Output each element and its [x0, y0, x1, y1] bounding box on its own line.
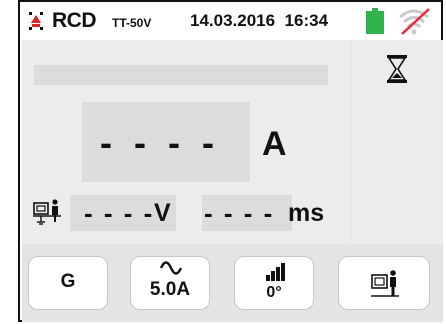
date-label: 14.03.2016 — [190, 11, 276, 30]
trip-time-value: - - - - — [204, 198, 275, 228]
rated-current-button[interactable]: 5.0A — [130, 256, 210, 310]
datetime: 14.03.2016 16:34 — [190, 11, 328, 31]
status-bar: RCD TT-50V 14.03.2016 16:34 — [20, 2, 441, 40]
instrument-screen: RCD TT-50V 14.03.2016 16:34 - - - - A - … — [18, 0, 443, 322]
phase-button[interactable]: 0° — [234, 256, 314, 310]
time-label: 16:34 — [284, 11, 329, 30]
progress-bar — [34, 65, 328, 85]
touch-contact-icon — [33, 199, 61, 225]
battery-full-icon — [366, 8, 384, 34]
touch-voltage-button[interactable] — [338, 256, 430, 310]
wireless-disabled-icon — [399, 8, 430, 35]
trip-time-unit: ms — [288, 199, 325, 227]
rcd-mode-icon — [29, 12, 43, 30]
touch-contact-icon — [371, 270, 399, 297]
fault-current-value: - - - - — [100, 122, 220, 163]
rcd-type-label: G — [60, 271, 76, 292]
contact-voltage-value: - - - - — [84, 198, 155, 228]
phase-label: 0° — [266, 284, 282, 301]
rcd-type-button[interactable]: G — [28, 256, 108, 310]
mode-sub-label: TT-50V — [112, 16, 152, 30]
hourglass-icon — [387, 55, 407, 83]
ramp-icon — [266, 263, 285, 281]
fault-current-unit: A — [262, 125, 287, 163]
contact-voltage-unit: V — [154, 199, 171, 227]
rated-current-label: 5.0A — [149, 279, 191, 300]
ac-sine-icon — [159, 261, 183, 275]
mode-label: RCD — [52, 9, 97, 32]
